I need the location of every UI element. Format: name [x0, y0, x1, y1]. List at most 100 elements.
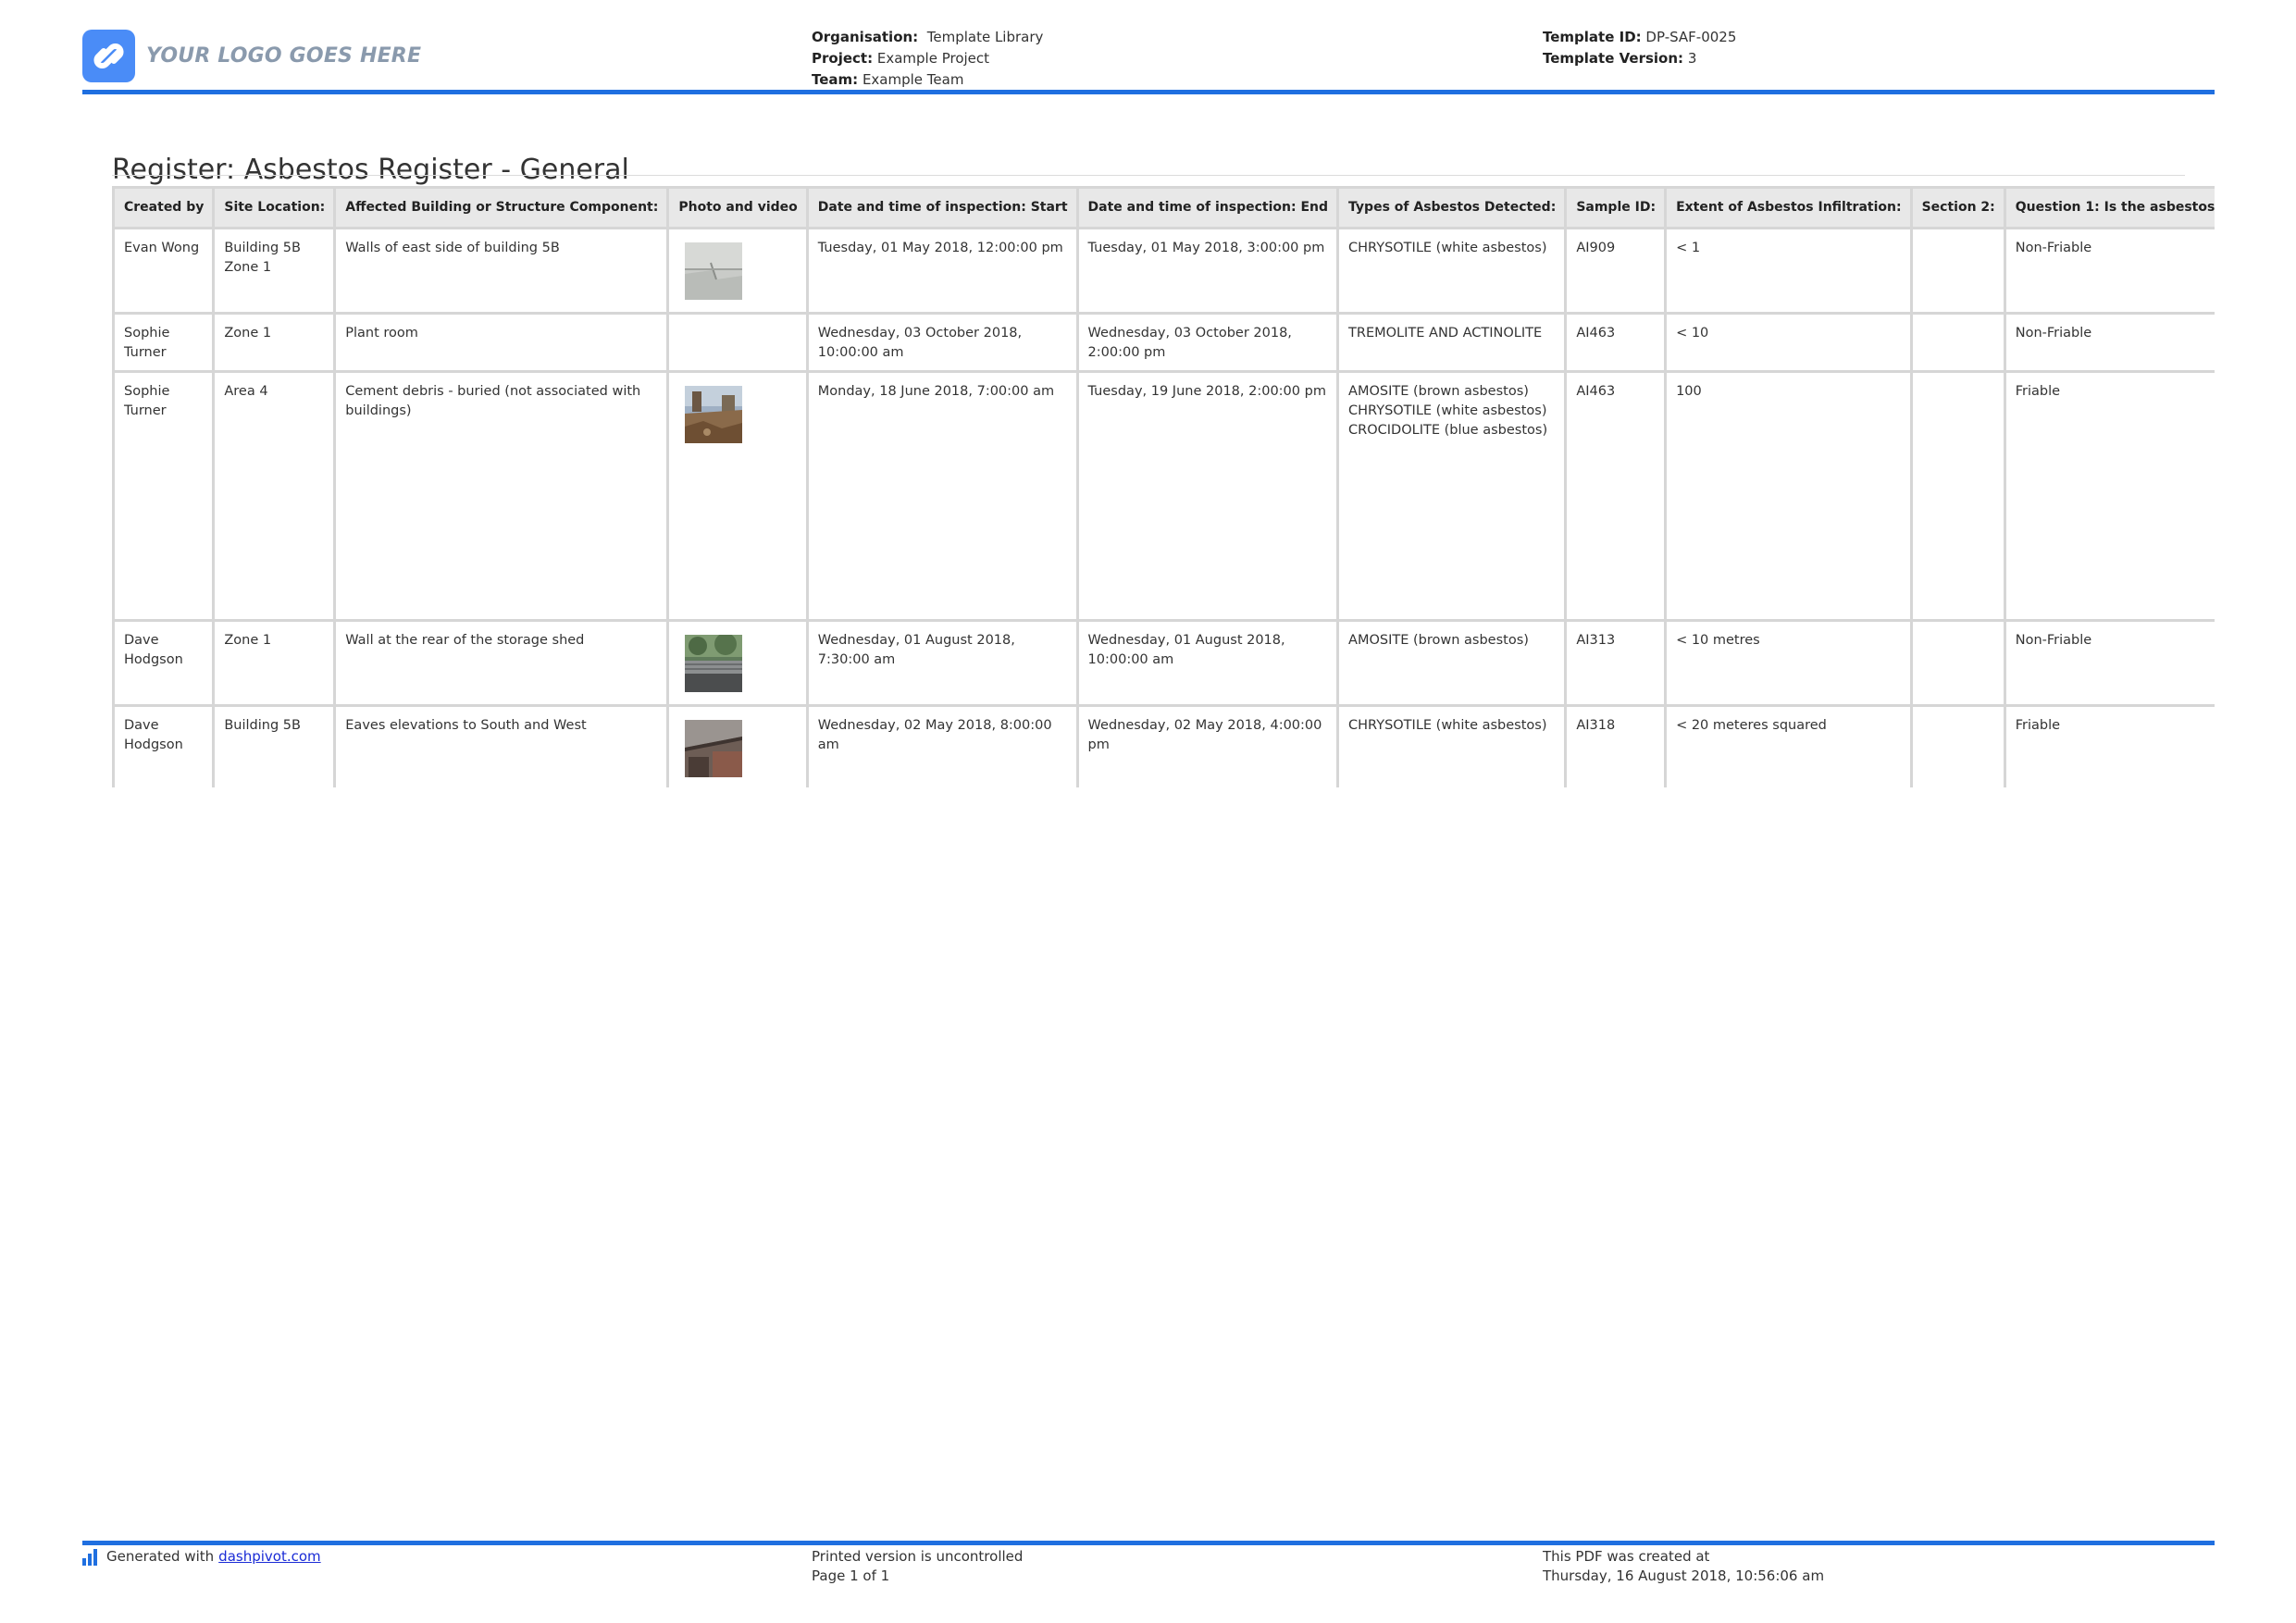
- column-header: Extent of Asbestos Infiltration:: [1664, 186, 1913, 229]
- organisation-label: Organisation:: [812, 29, 919, 45]
- column-header: Date and time of inspection: Start: [805, 186, 1079, 229]
- cell-friability: Non-Friable: [2003, 619, 2215, 707]
- cell-sample-id: AI909: [1564, 227, 1668, 315]
- cell-asbestos-types: CHRYSOTILE (white asbestos): [1336, 704, 1568, 787]
- column-header: Affected Building or Structure Component…: [333, 186, 670, 229]
- project-value: Example Project: [876, 50, 990, 67]
- table-header-row: Created by Site Location: Affected Build…: [112, 186, 2215, 229]
- cell-photo: [666, 312, 809, 373]
- table-row: Dave Hodgson Zone 1 Wall at the rear of …: [112, 619, 2215, 707]
- logo-text: YOUR LOGO GOES HERE: [146, 44, 422, 68]
- cell-site-location: Area 4: [212, 370, 337, 622]
- cell-photo: [666, 704, 809, 787]
- cell-extent: < 20 meteres squared: [1664, 704, 1913, 787]
- cell-photo: [666, 227, 809, 315]
- template-version-label: Template Version:: [1543, 50, 1684, 67]
- template-id-label: Template ID:: [1543, 29, 1642, 45]
- dashpivot-link[interactable]: dashpivot.com: [218, 1547, 320, 1567]
- cell-component: Walls of east side of building 5B: [333, 227, 670, 315]
- cell-asbestos-types: TREMOLITE AND ACTINOLITE: [1336, 312, 1568, 373]
- footer-created-at: This PDF was created at Thursday, 16 Aug…: [1543, 1547, 1824, 1586]
- cell-sample-id: AI463: [1564, 370, 1668, 622]
- table-row: Sophie Turner Area 4 Cement debris - bur…: [112, 370, 2215, 622]
- column-header: Types of Asbestos Detected:: [1336, 186, 1568, 229]
- cell-created-by: Evan Wong: [112, 227, 216, 315]
- table-row: Dave Hodgson Building 5B Eaves elevation…: [112, 704, 2215, 787]
- eaves-photo-thumbnail[interactable]: [685, 720, 743, 777]
- cell-site-location: Building 5B Zone 1: [212, 227, 337, 315]
- cell-extent: < 10: [1664, 312, 1913, 373]
- template-id-value: DP-SAF-0025: [1645, 29, 1737, 45]
- footer-generated: Generated with dashpivot.com: [82, 1547, 321, 1567]
- wall-photo-thumbnail[interactable]: [685, 242, 743, 300]
- cell-start: Tuesday, 01 May 2018, 12:00:00 pm: [805, 227, 1079, 315]
- column-header: Site Location:: [212, 186, 337, 229]
- logo-icon: [82, 30, 135, 82]
- cell-section-2: [1909, 312, 2006, 373]
- cell-extent: < 10 metres: [1664, 619, 1913, 707]
- page-header: YOUR LOGO GOES HERE Organisation: Templa…: [82, 0, 2215, 95]
- cell-sample-id: AI463: [1564, 312, 1668, 373]
- cell-site-location: Building 5B: [212, 704, 337, 787]
- cell-site-location: Zone 1: [212, 619, 337, 707]
- table-row: Evan Wong Building 5B Zone 1 Walls of ea…: [112, 227, 2215, 315]
- cell-end: Tuesday, 19 June 2018, 2:00:00 pm: [1075, 370, 1340, 622]
- page-title: Register: Asbestos Register - General: [112, 154, 629, 187]
- cell-photo: [666, 619, 809, 707]
- cell-start: Wednesday, 02 May 2018, 8:00:00 am: [805, 704, 1079, 787]
- shed-photo-thumbnail[interactable]: [685, 635, 743, 692]
- generated-text: Generated with: [106, 1548, 215, 1565]
- cell-end: Wednesday, 03 October 2018, 2:00:00 pm: [1075, 312, 1340, 373]
- page-number: Page 1 of 1: [812, 1567, 890, 1584]
- cell-asbestos-types: AMOSITE (brown asbestos): [1336, 619, 1568, 707]
- cell-end: Wednesday, 01 August 2018, 10:00:00 am: [1075, 619, 1340, 707]
- cell-end: Tuesday, 01 May 2018, 3:00:00 pm: [1075, 227, 1340, 315]
- cell-section-2: [1909, 704, 2006, 787]
- cell-friability: Friable: [2003, 704, 2215, 787]
- cell-extent: 100: [1664, 370, 1913, 622]
- cell-created-by: Sophie Turner: [112, 370, 216, 622]
- register-table: Created by Site Location: Affected Build…: [112, 186, 2215, 787]
- cell-site-location: Zone 1: [212, 312, 337, 373]
- header-meta-template: Template ID: DP-SAF-0025 Template Versio…: [1543, 27, 1736, 69]
- cell-section-2: [1909, 227, 2006, 315]
- cell-component: Eaves elevations to South and West: [333, 704, 670, 787]
- cell-asbestos-types: CHRYSOTILE (white asbestos): [1336, 227, 1568, 315]
- cell-created-by: Sophie Turner: [112, 312, 216, 373]
- cell-created-by: Dave Hodgson: [112, 619, 216, 707]
- uncontrolled-notice: Printed version is uncontrolled: [812, 1548, 1024, 1565]
- cell-start: Monday, 18 June 2018, 7:00:00 am: [805, 370, 1079, 622]
- cell-start: Wednesday, 03 October 2018, 10:00:00 am: [805, 312, 1079, 373]
- dashpivot-logo-icon: [82, 1548, 99, 1566]
- cell-end: Wednesday, 02 May 2018, 4:00:00 pm: [1075, 704, 1340, 787]
- column-header: Photo and video: [666, 186, 809, 229]
- column-header: Section 2:: [1909, 186, 2006, 229]
- cell-friability: Non-Friable: [2003, 312, 2215, 373]
- table-row: Sophie Turner Zone 1 Plant room Wednesda…: [112, 312, 2215, 373]
- cell-asbestos-types: AMOSITE (brown asbestos) CHRYSOTILE (whi…: [1336, 370, 1568, 622]
- cell-section-2: [1909, 619, 2006, 707]
- column-header: Question 1: Is the asbestos found friabl…: [2003, 186, 2215, 229]
- cell-photo: [666, 370, 809, 622]
- title-divider: [112, 175, 2185, 176]
- company-logo: YOUR LOGO GOES HERE: [82, 30, 421, 82]
- header-divider: [82, 90, 2215, 94]
- cell-extent: < 1: [1664, 227, 1913, 315]
- cell-sample-id: AI318: [1564, 704, 1668, 787]
- project-label: Project:: [812, 50, 874, 67]
- cell-start: Wednesday, 01 August 2018, 7:30:00 am: [805, 619, 1079, 707]
- organisation-value: Template Library: [926, 29, 1044, 45]
- cell-section-2: [1909, 370, 2006, 622]
- footer-divider: [82, 1541, 2215, 1545]
- column-header: Date and time of inspection: End: [1075, 186, 1340, 229]
- footer-print-info: Printed version is uncontrolled Page 1 o…: [812, 1547, 1023, 1586]
- created-at-label: This PDF was created at: [1543, 1548, 1710, 1565]
- cell-friability: Non-Friable: [2003, 227, 2215, 315]
- template-version-value: 3: [1687, 50, 1697, 67]
- register-table-container[interactable]: Created by Site Location: Affected Build…: [112, 186, 2215, 787]
- column-header: Sample ID:: [1564, 186, 1668, 229]
- cell-component: Wall at the rear of the storage shed: [333, 619, 670, 707]
- debris-photo-thumbnail[interactable]: [685, 386, 743, 443]
- cell-component: Plant room: [333, 312, 670, 373]
- cell-sample-id: AI313: [1564, 619, 1668, 707]
